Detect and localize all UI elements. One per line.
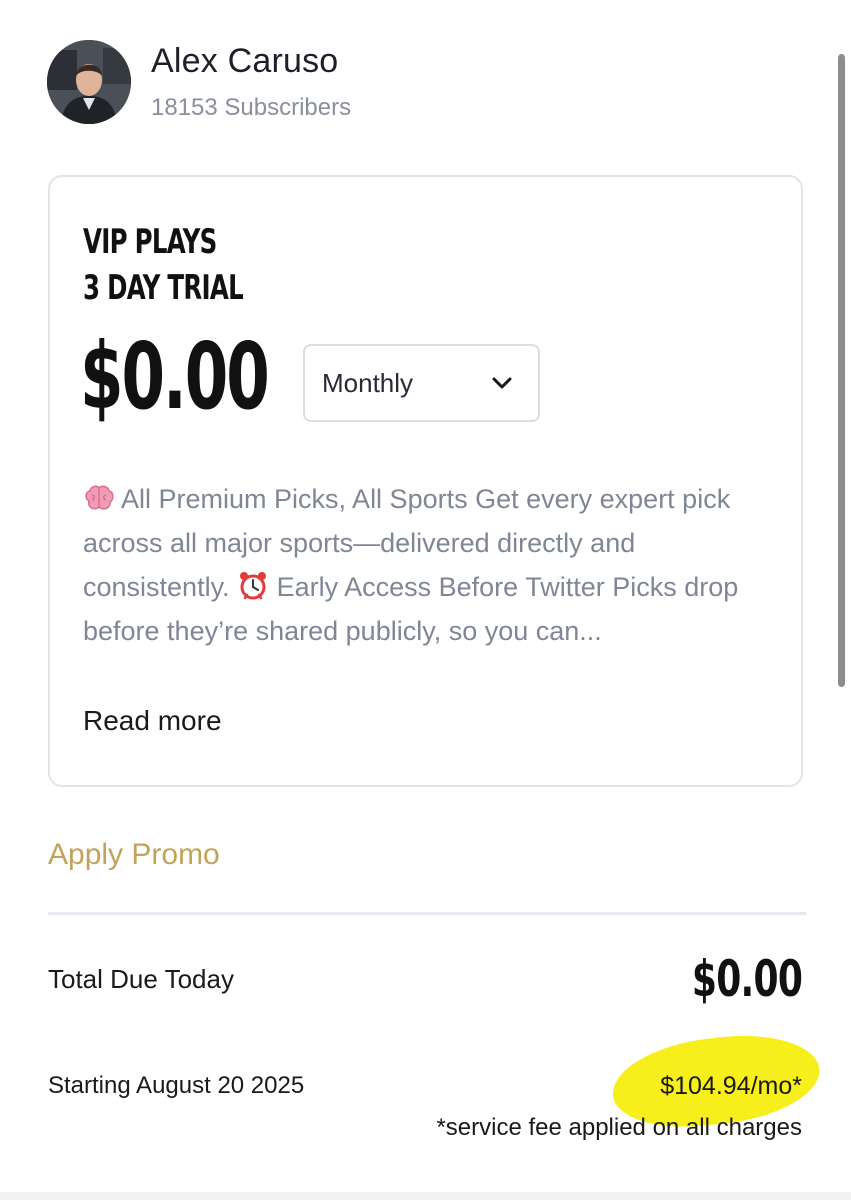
plan-price: $0.00 — [80, 323, 270, 430]
billing-period-select[interactable]: Monthly — [303, 344, 540, 422]
avatar-photo — [47, 40, 131, 124]
chevron-down-icon — [492, 377, 512, 389]
checkout-page: Alex Caruso 18153 Subscribers VIP PLAYS … — [0, 0, 851, 1200]
plan-title-line1: VIP PLAYS — [83, 222, 217, 262]
creator-name: Alex Caruso — [151, 42, 339, 80]
subscriber-count: 18153 Subscribers — [151, 94, 352, 121]
recurring-price: $104.94/mo* — [660, 1072, 802, 1100]
plan-card: VIP PLAYS 3 DAY TRIAL $0.00 Monthly All … — [48, 175, 803, 787]
plan-description: All Premium Picks, All Sports Get every … — [83, 477, 783, 653]
plan-title-line2: 3 DAY TRIAL — [83, 268, 244, 308]
alarm-clock-emoji-icon — [240, 572, 267, 600]
divider — [48, 912, 806, 915]
starting-date-label: Starting August 20 2025 — [48, 1072, 305, 1099]
bottom-bar — [0, 1192, 851, 1200]
total-due-label: Total Due Today — [48, 964, 234, 994]
billing-period-value: Monthly — [322, 367, 414, 398]
total-due-amount: $0.00 — [691, 950, 803, 1008]
brain-emoji-icon — [85, 485, 114, 510]
avatar — [47, 40, 131, 124]
apply-promo-link[interactable]: Apply Promo — [48, 838, 220, 872]
read-more-link[interactable]: Read more — [83, 705, 222, 737]
scrollbar[interactable] — [838, 54, 845, 687]
plan-title: VIP PLAYS 3 DAY TRIAL — [83, 219, 244, 311]
service-fee-note: *service fee applied on all charges — [436, 1114, 802, 1141]
